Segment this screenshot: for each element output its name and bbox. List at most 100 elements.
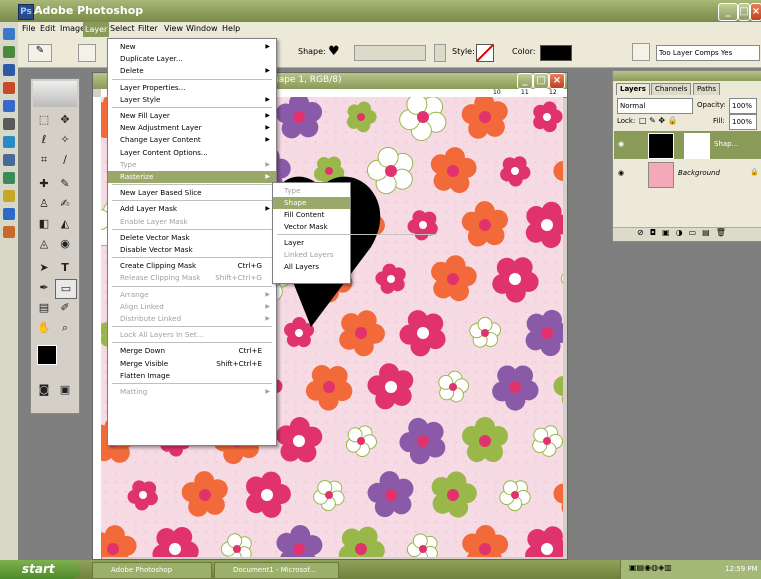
- menu-item[interactable]: Disable Vector Mask: [108, 244, 276, 256]
- submenu-item[interactable]: Layer: [273, 237, 350, 249]
- menu-filter[interactable]: Filter: [138, 24, 158, 33]
- zoom-tool-icon[interactable]: ⌕: [55, 319, 75, 337]
- palette-well[interactable]: Too Layer Comps Yes: [656, 45, 760, 61]
- style-swatch[interactable]: [476, 44, 494, 62]
- app-icon[interactable]: [3, 100, 15, 112]
- quick-mask-icon[interactable]: ◙: [34, 381, 54, 399]
- eraser-tool-icon[interactable]: ◧: [34, 215, 54, 233]
- layer-row[interactable]: ◉ Shap...: [614, 131, 761, 159]
- marquee-tool-icon[interactable]: ⬚: [34, 111, 54, 129]
- app-icon[interactable]: [3, 190, 15, 202]
- menu-window[interactable]: Window: [186, 24, 218, 33]
- menu-item[interactable]: New ▶: [108, 41, 276, 53]
- history-brush-tool-icon[interactable]: ✍: [55, 195, 75, 213]
- menu-file[interactable]: File: [22, 24, 35, 33]
- submenu-item[interactable]: Fill Content: [273, 209, 350, 221]
- menu-item[interactable]: Create Clipping Mask Ctrl+G: [108, 260, 276, 272]
- menu-edit[interactable]: Edit: [40, 24, 56, 33]
- clone-stamp-tool-icon[interactable]: ♙: [34, 195, 54, 213]
- blend-mode-select[interactable]: Normal: [617, 98, 693, 114]
- heart-shape-icon[interactable]: ♥: [328, 44, 340, 59]
- menu-select[interactable]: Select: [110, 24, 135, 33]
- lock-icons[interactable]: □ ✎ ✥ 🔒: [639, 116, 678, 125]
- menu-help[interactable]: Help: [222, 24, 240, 33]
- menu-item[interactable]: Layer Style ▶: [108, 94, 276, 106]
- task-photoshop[interactable]: Adobe Photoshop: [92, 562, 212, 579]
- tray-icons[interactable]: ▣▤◉◍◈▥: [629, 563, 672, 572]
- healing-brush-tool-icon[interactable]: ✚: [34, 175, 54, 193]
- app-icon[interactable]: [3, 64, 15, 76]
- menu-image[interactable]: Image: [60, 24, 85, 33]
- app-icon[interactable]: [3, 136, 15, 148]
- app-icon[interactable]: [3, 226, 15, 238]
- menu-item[interactable]: Merge Visible Shift+Ctrl+E: [108, 358, 276, 370]
- doc-maximize-button[interactable]: □: [533, 73, 549, 89]
- submenu-item[interactable]: All Layers: [273, 261, 350, 273]
- menu-item[interactable]: New Adjustment Layer ▶: [108, 122, 276, 134]
- menu-item[interactable]: Delete Vector Mask: [108, 232, 276, 244]
- start-button[interactable]: start: [0, 560, 80, 579]
- notes-tool-icon[interactable]: ▤: [34, 299, 54, 317]
- eyedropper-tool-icon[interactable]: ✐: [55, 299, 75, 317]
- menu-layer[interactable]: Layer: [83, 22, 110, 37]
- tab-paths[interactable]: Paths: [693, 83, 721, 95]
- move-tool-icon[interactable]: ✥: [55, 111, 75, 129]
- lasso-tool-icon[interactable]: ℓ: [34, 131, 54, 149]
- paint-bucket-tool-icon[interactable]: ◭: [55, 215, 75, 233]
- app-icon[interactable]: [3, 172, 15, 184]
- screen-mode-icon[interactable]: ▣: [55, 381, 75, 399]
- link-icon[interactable]: [434, 44, 446, 62]
- app-icon[interactable]: [3, 82, 15, 94]
- menu-item[interactable]: Delete ▶: [108, 65, 276, 77]
- layer-row[interactable]: ◉ Background 🔒: [614, 160, 761, 188]
- dodge-tool-icon[interactable]: ◉: [55, 235, 75, 253]
- submenu-item[interactable]: Vector Mask: [273, 221, 350, 233]
- opacity-input[interactable]: 100%: [729, 98, 757, 114]
- eye-icon[interactable]: ◉: [618, 140, 624, 148]
- layer-actions-bar[interactable]: ⊘◘▣◑▭▤🗑: [613, 227, 761, 241]
- submenu-item[interactable]: Shape: [273, 197, 350, 209]
- magic-wand-tool-icon[interactable]: ✧: [55, 131, 75, 149]
- hand-tool-icon[interactable]: ✋: [34, 319, 54, 337]
- tab-channels[interactable]: Channels: [651, 83, 692, 95]
- app-icon[interactable]: [3, 118, 15, 130]
- doc-close-button[interactable]: ×: [549, 73, 565, 89]
- ie-icon[interactable]: [3, 28, 15, 40]
- app-icon[interactable]: [3, 208, 15, 220]
- fill-input[interactable]: 100%: [729, 114, 757, 130]
- menu-item[interactable]: Flatten Image: [108, 370, 276, 382]
- color-swatch[interactable]: [540, 45, 572, 61]
- doc-minimize-button[interactable]: _: [517, 73, 533, 89]
- menu-item[interactable]: Merge Down Ctrl+E: [108, 345, 276, 357]
- blur-tool-icon[interactable]: ◬: [34, 235, 54, 253]
- task-word[interactable]: Document1 - Microsof...: [214, 562, 339, 579]
- maximize-button[interactable]: □: [738, 3, 750, 21]
- menu-item[interactable]: New Layer Based Slice: [108, 187, 276, 199]
- minimize-button[interactable]: _: [718, 3, 738, 21]
- boolean-buttons[interactable]: [354, 45, 426, 61]
- menu-item[interactable]: Duplicate Layer...: [108, 53, 276, 65]
- palette-well-icon[interactable]: [632, 43, 650, 61]
- app-icon[interactable]: [3, 46, 15, 58]
- shape-layers-icon[interactable]: [78, 44, 96, 62]
- eye-icon[interactable]: ◉: [618, 169, 624, 177]
- pen-tool-icon[interactable]: ✒: [34, 279, 54, 297]
- menu-item[interactable]: Layer Content Options...: [108, 147, 276, 159]
- close-button[interactable]: ×: [750, 3, 761, 21]
- type-tool-icon[interactable]: T: [55, 259, 75, 277]
- custom-shape-tool-icon[interactable]: ▭: [55, 279, 77, 299]
- menu-item[interactable]: Add Layer Mask ▶: [108, 203, 276, 215]
- menu-item[interactable]: New Fill Layer ▶: [108, 110, 276, 122]
- app-icon[interactable]: [3, 154, 15, 166]
- menu-item[interactable]: Change Layer Content ▶: [108, 134, 276, 146]
- menu-item[interactable]: Rasterize ▶: [108, 171, 276, 183]
- brush-tool-icon[interactable]: ✎: [55, 175, 75, 193]
- menu-view[interactable]: View: [164, 24, 183, 33]
- foreground-color-swatch[interactable]: [37, 345, 57, 365]
- crop-tool-icon[interactable]: ⌗: [34, 151, 54, 169]
- path-selection-tool-icon[interactable]: ➤: [34, 259, 54, 277]
- slice-tool-icon[interactable]: ∕: [55, 151, 75, 169]
- menu-item[interactable]: Layer Properties...: [108, 82, 276, 94]
- tool-preset-icon[interactable]: ✎: [28, 44, 52, 62]
- tab-layers[interactable]: Layers: [616, 83, 650, 95]
